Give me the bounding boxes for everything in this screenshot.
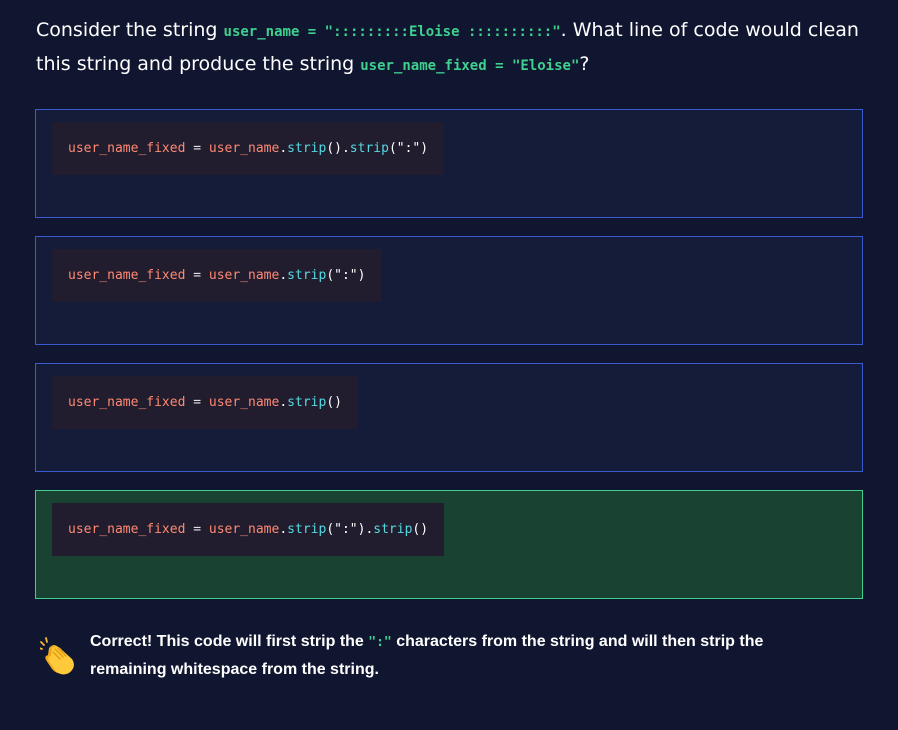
code-token: () [326,141,342,156]
answer-option-2[interactable]: user_name_fixed = user_name. strip(":") [35,236,863,345]
question-code-input: user_name = ":::::::::Eloise ::::::::::" [223,24,561,40]
code-token: strip [349,141,389,156]
code-token: ( [388,141,397,156]
answer-option-1[interactable]: user_name_fixed = user_name. strip(). stri… [35,109,863,218]
code-token: ) [357,268,366,283]
code-token: = [185,141,209,156]
code-token: () [326,395,342,410]
code-token: = [185,522,209,537]
code-token: strip [287,268,327,283]
code-token: user_name_fixed [68,522,186,537]
code-token: ":" [396,141,421,156]
question-text: Consider the string user_name = ":::::::… [36,14,866,82]
code-token: ":" [334,522,358,537]
code-token: = [185,268,209,283]
answer-option-4-correct[interactable]: user_name_fixed = user_name. strip(":"). s… [35,490,863,599]
code-token: . [279,268,288,283]
question-suffix: ? [579,53,590,75]
code-token: strip [287,141,327,156]
code-token: ( [326,522,335,537]
feedback-message: Correct! This code will first strip the … [90,628,840,683]
answer-code-1: user_name_fixed = user_name. strip(). stri… [52,122,445,175]
code-token: ) [420,141,429,156]
code-token: strip [373,522,413,537]
code-token: user_name [208,141,280,156]
code-token: () [412,522,429,537]
code-token: ) [357,522,366,537]
code-token: . [279,141,288,156]
answer-code-4: user_name_fixed = user_name. strip(":"). s… [52,503,445,556]
code-token: strip [287,522,327,537]
code-token: . [365,522,374,537]
code-token: ( [326,268,335,283]
question-prefix: Consider the string [36,19,224,41]
answer-code-3: user_name_fixed = user_name. strip() [52,376,358,429]
code-token: user_name_fixed [68,268,186,283]
code-token: user_name [208,395,280,410]
code-token: . [279,395,288,410]
answer-code-2: user_name_fixed = user_name. strip(":") [52,249,382,302]
clapping-hands-icon [40,637,74,675]
feedback-text-before: Correct! This code will first strip the [90,633,369,650]
code-token: user_name [208,522,280,537]
code-token: user_name_fixed [68,395,186,410]
code-token: user_name_fixed [68,141,186,156]
question-code-output: user_name_fixed = "Eloise" [360,58,580,74]
code-token: . [341,141,350,156]
code-token: = [185,395,209,410]
code-token: ":" [334,268,358,283]
code-token: strip [287,395,327,410]
code-token: . [279,522,288,537]
feedback-panel: Correct! This code will first strip the … [40,628,840,683]
answer-option-3[interactable]: user_name_fixed = user_name. strip() [35,363,863,472]
feedback-code: ":" [368,635,392,650]
code-token: user_name [208,268,280,283]
